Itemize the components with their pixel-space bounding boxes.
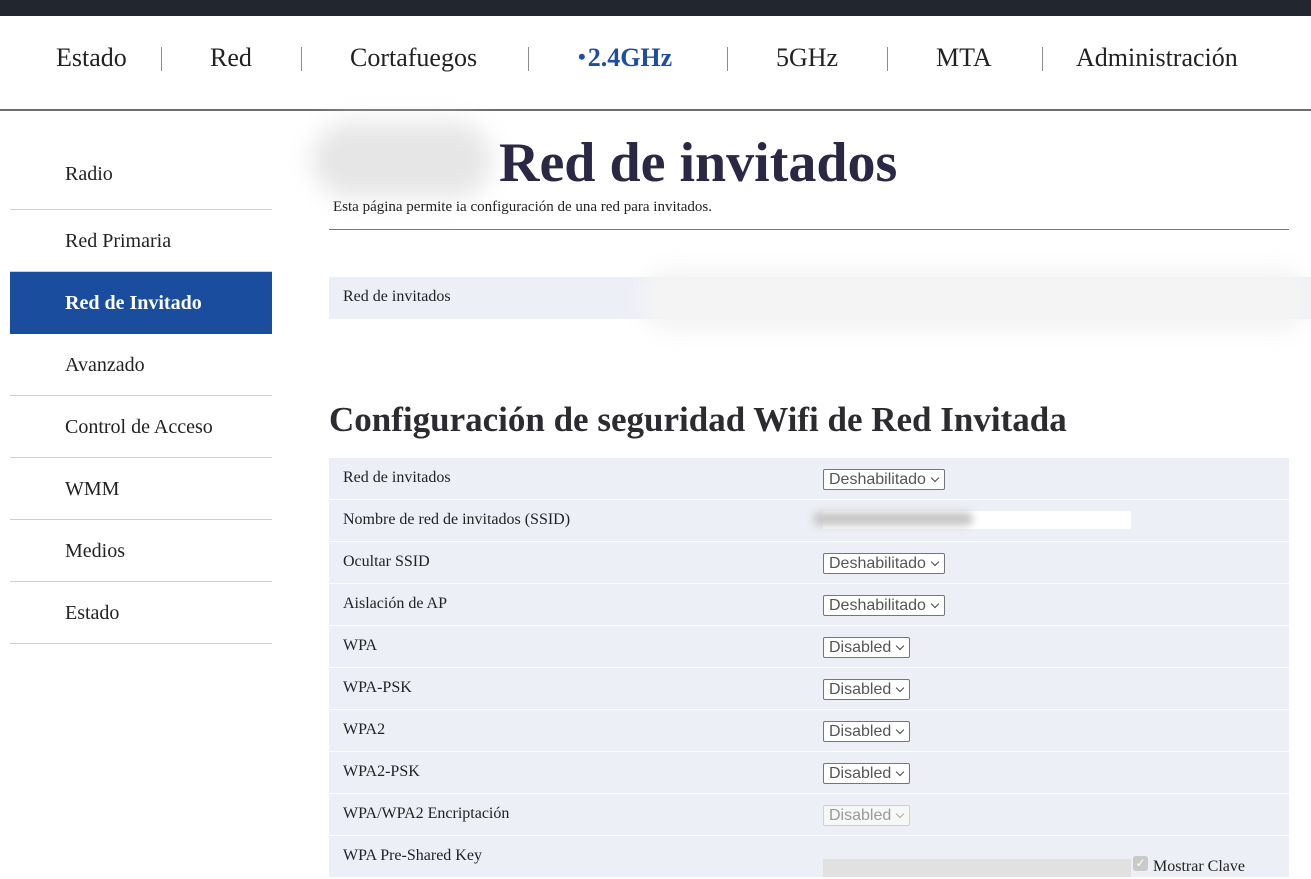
nav-separator [161,47,162,71]
form-row-encriptacion: WPA/WPA2 Encriptación Disabled [329,794,1289,836]
nav-separator [301,47,302,71]
hide-ssid-select[interactable]: Deshabilitado [823,553,945,574]
nav-item-cortafuegos[interactable]: Cortafuegos [350,43,477,73]
encryption-select: Disabled [823,805,911,826]
nav-separator [727,47,728,71]
nav-item-5ghz[interactable]: 5GHz [776,43,838,73]
nav-item-red[interactable]: Red [210,43,252,73]
show-key-label: Mostrar Clave [1153,858,1245,875]
active-dot-icon: • [578,44,586,69]
nav-separator [528,47,529,71]
form-row-wpa2-psk: WPA2-PSK Disabled [329,752,1289,794]
sidebar-item-red-primaria[interactable]: Red Primaria [10,210,272,272]
form-row-wpa: WPA Disabled [329,626,1289,668]
pre-shared-key-input[interactable] [823,859,1131,877]
guest-bar-label: Red de invitados [343,288,451,305]
wpa2-select[interactable]: Disabled [823,721,911,742]
nav-item-estado[interactable]: Estado [56,43,127,73]
sidebar-item-red-de-invitado[interactable]: Red de Invitado [10,272,272,334]
form-row-red-de-invitados: Red de invitados Deshabilitado [329,458,1289,500]
row-label: WPA [343,637,378,654]
row-label: WPA2 [343,721,386,738]
row-label: Nombre de red de invitados (SSID) [343,511,571,528]
nav-item-2-4ghz[interactable]: •2.4GHz [578,43,672,73]
row-label: WPA Pre-Shared Key [343,847,482,864]
divider [329,229,1289,230]
nav-item-label: 2.4GHz [587,43,673,72]
browser-top-strip [0,0,1311,16]
nav-separator [887,47,888,71]
form-row-ocultar-ssid: Ocultar SSID Deshabilitado [329,542,1289,584]
nav-item-mta[interactable]: MTA [936,43,992,73]
form-row-ssid: Nombre de red de invitados (SSID) [329,500,1289,542]
nav-item-administracion[interactable]: Administración [1076,43,1238,73]
redacted-ssid [813,512,973,526]
form-row-wpa-psk: WPA-PSK Disabled [329,668,1289,710]
redacted-logo [312,122,492,198]
wpa-select[interactable]: Disabled [823,637,911,658]
sidebar-item-wmm[interactable]: WMM [10,458,272,520]
row-label: WPA-PSK [343,679,412,696]
row-label: Red de invitados [343,469,451,486]
sidebar-item-estado[interactable]: Estado [10,582,272,644]
page-title: Red de invitados [499,132,898,194]
sidebar-item-avanzado[interactable]: Avanzado [10,334,272,396]
ap-isolation-select[interactable]: Deshabilitado [823,595,945,616]
nav-separator [1042,47,1043,71]
sidebar-item-radio[interactable]: Radio [10,142,272,210]
sidebar-item-medios[interactable]: Medios [10,520,272,582]
row-label: WPA2-PSK [343,763,420,780]
guest-network-select[interactable]: Deshabilitado [823,469,945,490]
top-navigation: Estado Red Cortafuegos •2.4GHz 5GHz MTA … [0,16,1311,111]
section-title: Configuración de seguridad Wifi de Red I… [329,400,1067,439]
row-label: WPA/WPA2 Encriptación [343,805,510,822]
row-label: Aislación de AP [343,595,447,612]
form-row-aislacion-ap: Aislación de AP Deshabilitado [329,584,1289,626]
wpa-psk-select[interactable]: Disabled [823,679,911,700]
row-label: Ocultar SSID [343,553,430,570]
redacted-status [640,268,1311,332]
form-row-wpa2: WPA2 Disabled [329,710,1289,752]
page-description: Esta página permite ia configuración de … [333,199,713,215]
security-form: Red de invitados Deshabilitado Nombre de… [329,458,1289,878]
wpa2-psk-select[interactable]: Disabled [823,763,911,784]
sidebar-item-control-de-acceso[interactable]: Control de Acceso [10,396,272,458]
sidebar: Radio Red Primaria Red de Invitado Avanz… [10,142,272,644]
show-key-checkbox[interactable]: ✓ [1133,856,1148,871]
